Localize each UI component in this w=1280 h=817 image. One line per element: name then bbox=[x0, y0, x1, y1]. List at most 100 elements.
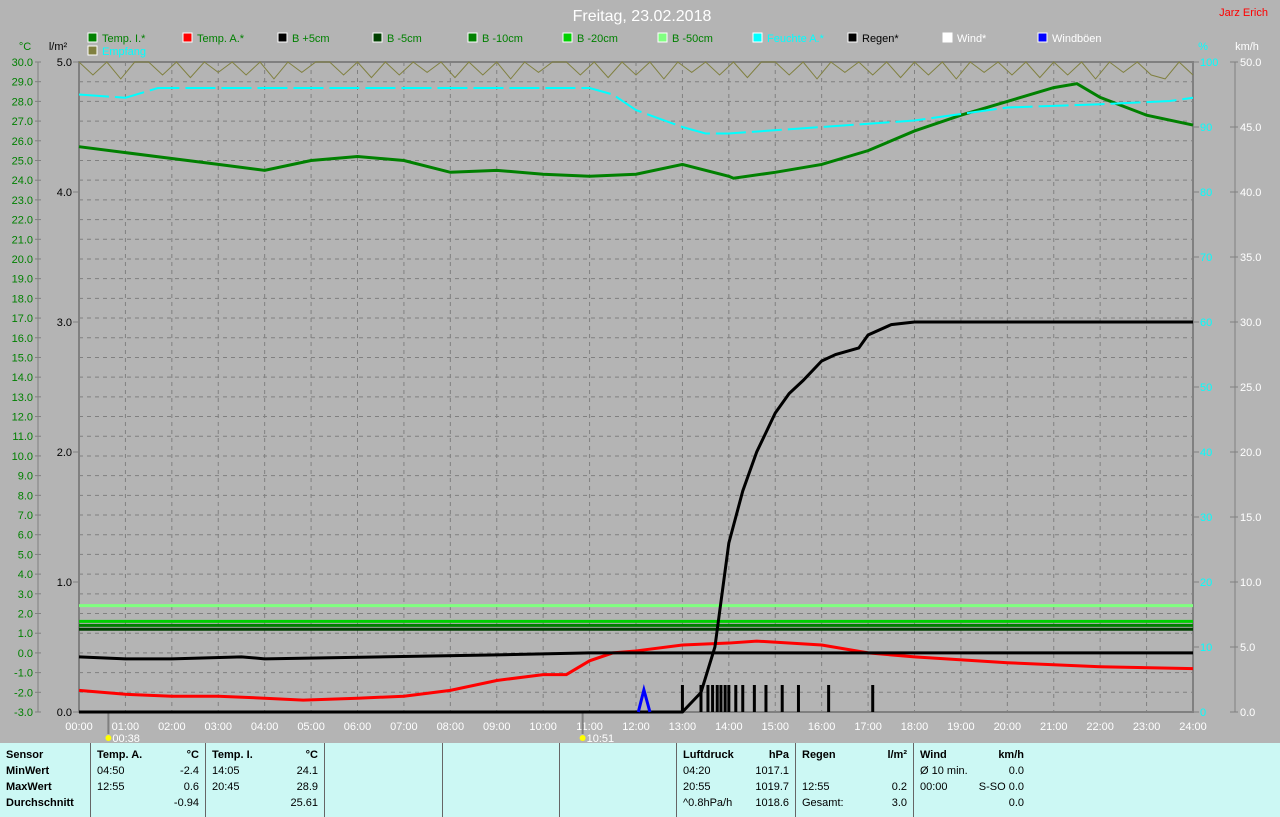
x-tick: 15:00 bbox=[761, 721, 789, 733]
x-tick: 17:00 bbox=[854, 721, 882, 733]
wind-tick: 10.0 bbox=[1240, 577, 1261, 589]
temp-a-min: -2.4 bbox=[180, 765, 199, 777]
stats-empty-1 bbox=[325, 743, 443, 817]
legend-label: B +5cm bbox=[292, 33, 330, 45]
rain-total: 3.0 bbox=[891, 797, 907, 809]
stats-temp-i: Temp. I. °C 14:05 24.1 20:45 28.9 25.61 bbox=[206, 743, 325, 817]
temp-a-avg: -0.94 bbox=[173, 797, 199, 809]
legend-swatch bbox=[847, 32, 858, 43]
wind-tick: 5.0 bbox=[1240, 642, 1255, 654]
temp-tick: 2.0 bbox=[18, 609, 33, 621]
x-tick: 21:00 bbox=[1040, 721, 1068, 733]
temp-i-max: 28.9 bbox=[296, 781, 318, 793]
stats-empty-3 bbox=[560, 743, 677, 817]
temp-tick: -2.0 bbox=[14, 687, 33, 699]
x-tick: 12:00 bbox=[622, 721, 650, 733]
label-sensor: Sensor bbox=[6, 749, 44, 761]
pressure-min: 1017.1 bbox=[755, 765, 789, 777]
sunrise-time: 00:38 bbox=[112, 733, 140, 743]
legend-swatch bbox=[657, 32, 668, 43]
rain-unit: l/m² bbox=[887, 749, 907, 761]
stats-wind: Wind km/h Ø 10 min. 0.0 00:00 S-SO 0.0 0.0 bbox=[914, 743, 1030, 817]
temp-tick: 17.0 bbox=[12, 313, 33, 325]
legend-label: Feuchte A.* bbox=[767, 33, 825, 45]
rain-title: Regen bbox=[802, 749, 836, 761]
hum-tick: 70 bbox=[1200, 252, 1212, 264]
temp-tick: 6.0 bbox=[18, 530, 33, 542]
wind-tick: 15.0 bbox=[1240, 512, 1261, 524]
temp-i-min: 24.1 bbox=[296, 765, 318, 777]
x-tick: 03:00 bbox=[204, 721, 232, 733]
temp-tick: 3.0 bbox=[18, 589, 33, 601]
wind-tick: 50.0 bbox=[1240, 57, 1261, 69]
temp-tick: 11.0 bbox=[12, 431, 33, 443]
wind-last: 0.0 bbox=[1008, 797, 1024, 809]
temp-tick: 4.0 bbox=[18, 569, 33, 581]
author-label: Jarz Erich bbox=[1219, 7, 1268, 19]
rain-total-label: Gesamt: bbox=[802, 797, 844, 809]
x-tick: 18:00 bbox=[901, 721, 929, 733]
rain-tick: 5.0 bbox=[57, 57, 72, 69]
temp-tick: 27.0 bbox=[12, 116, 33, 128]
pressure-trend: ^0.8hPa/h bbox=[683, 797, 733, 809]
legend-swatch bbox=[277, 32, 288, 43]
stats-panel: Sensor MinWert MaxWert Durchschnitt Temp… bbox=[0, 743, 1280, 817]
wind-tick: 30.0 bbox=[1240, 317, 1261, 329]
temp-tick: 30.0 bbox=[12, 57, 33, 69]
temp-a-unit: °C bbox=[186, 749, 199, 761]
wind-max: S-SO 0.0 bbox=[978, 781, 1024, 793]
stats-temp-a: Temp. A. °C 04:50 -2.4 12:55 0.6 -0.94 bbox=[91, 743, 206, 817]
temp-i-max-time: 20:45 bbox=[212, 781, 240, 793]
temp-tick: 1.0 bbox=[18, 628, 33, 640]
legend-label: Empfang bbox=[102, 46, 146, 58]
label-max: MaxWert bbox=[6, 781, 52, 793]
legend-label: Temp. I.* bbox=[102, 33, 146, 45]
legend-label: Wind* bbox=[957, 33, 987, 45]
wind-title: Wind bbox=[920, 749, 947, 761]
rain-tick: 0.0 bbox=[57, 707, 72, 719]
hum-tick: 10 bbox=[1200, 642, 1212, 654]
hum-tick: 30 bbox=[1200, 512, 1212, 524]
wind-tick: 40.0 bbox=[1240, 187, 1261, 199]
x-tick: 05:00 bbox=[297, 721, 325, 733]
temp-i-min-time: 14:05 bbox=[212, 765, 240, 777]
temp-tick: 21.0 bbox=[12, 234, 33, 246]
temp-i-title: Temp. I. bbox=[212, 749, 253, 761]
legend-swatch bbox=[182, 32, 193, 43]
temp-tick: 5.0 bbox=[18, 549, 33, 561]
temp-tick: 8.0 bbox=[18, 490, 33, 502]
wind-tick: 25.0 bbox=[1240, 382, 1261, 394]
series-windb-en bbox=[636, 683, 652, 713]
sunrise-icon bbox=[105, 735, 112, 741]
temp-tick: 26.0 bbox=[12, 136, 33, 148]
hum-tick: 90 bbox=[1200, 122, 1212, 134]
temp-a-title: Temp. A. bbox=[97, 749, 143, 761]
temp-tick: 12.0 bbox=[12, 412, 33, 424]
temp-tick: -3.0 bbox=[14, 707, 33, 719]
wind-tick: 20.0 bbox=[1240, 447, 1261, 459]
hum-tick: 20 bbox=[1200, 577, 1212, 589]
x-tick: 23:00 bbox=[1133, 721, 1161, 733]
temp-i-unit: °C bbox=[305, 749, 318, 761]
temp-tick: 28.0 bbox=[12, 96, 33, 108]
stats-pressure: Luftdruck hPa 04:20 1017.1 20:55 1019.7 ^0.… bbox=[677, 743, 796, 817]
legend-label: Temp. A.* bbox=[197, 33, 245, 45]
stats-empty-2 bbox=[443, 743, 560, 817]
x-tick: 06:00 bbox=[344, 721, 372, 733]
x-tick: 14:00 bbox=[715, 721, 743, 733]
label-avg: Durchschnitt bbox=[6, 797, 74, 809]
rain-tick: 1.0 bbox=[57, 577, 72, 589]
temp-tick: 19.0 bbox=[12, 274, 33, 286]
pressure-max: 1019.7 bbox=[755, 781, 789, 793]
x-tick: 09:00 bbox=[483, 721, 511, 733]
sunset-time: 10:51 bbox=[587, 733, 615, 743]
x-tick: 10:00 bbox=[529, 721, 557, 733]
legend-swatch bbox=[467, 32, 478, 43]
rain-axis-unit: l/m² bbox=[49, 41, 68, 53]
wind-tick: 35.0 bbox=[1240, 252, 1261, 264]
stats-rain: Regen l/m² 12:55 0.2 Gesamt: 3.0 bbox=[796, 743, 914, 817]
temp-tick: 10.0 bbox=[12, 451, 33, 463]
x-tick: 19:00 bbox=[947, 721, 975, 733]
legend-swatch bbox=[562, 32, 573, 43]
x-tick: 00:00 bbox=[65, 721, 93, 733]
